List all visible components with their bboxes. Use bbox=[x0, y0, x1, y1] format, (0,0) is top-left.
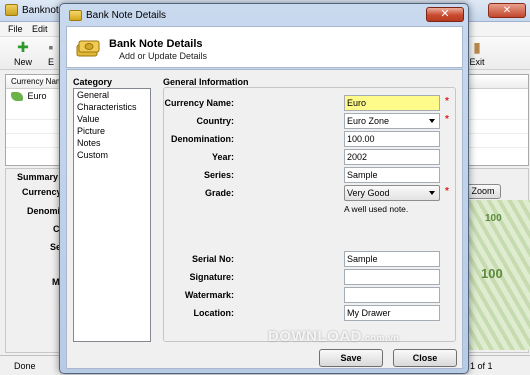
year-field[interactable]: 2002 bbox=[344, 149, 440, 165]
list-item-name: Euro bbox=[27, 91, 47, 101]
category-characteristics[interactable]: Characteristics bbox=[74, 101, 150, 113]
new-button-label: New bbox=[13, 57, 32, 67]
banknote-image: 100 100 bbox=[468, 200, 530, 350]
general-information-heading: General Information bbox=[163, 77, 249, 87]
denomination-field[interactable]: 100.00 bbox=[344, 131, 440, 147]
new-button[interactable]: ✚ New bbox=[9, 39, 37, 68]
summary-label-denomination: Denomi bbox=[27, 206, 61, 216]
banknote-number: 100 bbox=[481, 266, 503, 281]
denomination-label: Denomination: bbox=[171, 134, 234, 144]
country-dropdown[interactable]: Euro Zone bbox=[344, 113, 440, 129]
header-title: Bank Note Details bbox=[109, 38, 203, 50]
series-label: Series: bbox=[203, 170, 234, 180]
location-label: Location: bbox=[193, 308, 235, 318]
watermark-text: DOWNLOAD bbox=[268, 328, 362, 345]
serial-no-field[interactable]: Sample bbox=[344, 251, 440, 267]
summary-title: Summary bbox=[17, 172, 59, 182]
grade-description: A well used note. bbox=[344, 204, 409, 214]
category-value[interactable]: Value bbox=[74, 113, 150, 125]
dialog-close-button[interactable]: ✕ bbox=[426, 7, 464, 22]
watermark-field[interactable] bbox=[344, 287, 440, 303]
signature-label: Signature: bbox=[189, 272, 234, 282]
category-notes[interactable]: Notes bbox=[74, 137, 150, 149]
save-button[interactable]: Save bbox=[319, 349, 383, 367]
edit-icon: ▪ bbox=[48, 39, 54, 55]
bank-note-details-dialog: Bank Note Details ✕ Bank Note Details Ad… bbox=[59, 3, 469, 374]
required-mark: * bbox=[445, 186, 449, 197]
dialog-header: Bank Note Details Add or Update Details bbox=[66, 26, 463, 68]
currency-name-label: Currency Name: bbox=[164, 98, 234, 108]
location-field[interactable]: My Drawer bbox=[344, 305, 440, 321]
menu-edit[interactable]: Edit bbox=[32, 24, 48, 34]
edit-button-label: E bbox=[47, 57, 54, 67]
edit-button[interactable]: ▪ E bbox=[42, 39, 60, 68]
banknote-row-icon bbox=[11, 92, 23, 102]
main-close-button[interactable]: ✕ bbox=[488, 3, 526, 18]
summary-label-currency: Currency bbox=[22, 187, 62, 197]
banknote-icon bbox=[69, 10, 82, 21]
close-button[interactable]: Close bbox=[393, 349, 457, 367]
exit-button-label: Exit bbox=[469, 57, 485, 67]
watermark-suffix: .com.vn bbox=[362, 333, 400, 343]
grade-dropdown[interactable]: Very Good bbox=[344, 185, 440, 201]
category-custom[interactable]: Custom bbox=[74, 149, 150, 161]
required-mark: * bbox=[445, 96, 449, 107]
country-value: Euro Zone bbox=[347, 116, 390, 126]
general-information-group: Currency Name: Euro * Country: Euro Zone… bbox=[163, 87, 456, 342]
plus-icon: ✚ bbox=[17, 39, 29, 55]
dialog-body: Category General Characteristics Value P… bbox=[66, 69, 463, 369]
category-picture[interactable]: Picture bbox=[74, 125, 150, 137]
serial-no-label: Serial No: bbox=[191, 254, 234, 264]
grade-label: Grade: bbox=[204, 188, 234, 198]
country-label: Country: bbox=[196, 116, 235, 126]
money-stack-icon bbox=[76, 40, 100, 57]
download-watermark: DOWNLOAD.com.vn bbox=[268, 328, 400, 345]
banknote-app-icon bbox=[5, 4, 18, 16]
grade-value: Very Good bbox=[347, 188, 390, 198]
status-text: Done bbox=[14, 361, 36, 371]
dialog-title: Bank Note Details bbox=[86, 10, 167, 21]
required-mark: * bbox=[445, 114, 449, 125]
category-general[interactable]: General bbox=[74, 89, 150, 101]
currency-name-field[interactable]: Euro bbox=[344, 95, 440, 111]
category-list: General Characteristics Value Picture No… bbox=[73, 88, 151, 342]
category-heading: Category bbox=[73, 77, 113, 87]
signature-field[interactable] bbox=[344, 269, 440, 285]
banknote-number: 100 bbox=[485, 213, 502, 224]
record-count: 1 of 1 bbox=[470, 361, 493, 371]
chevron-down-icon bbox=[429, 119, 435, 123]
chevron-down-icon bbox=[429, 191, 435, 195]
main-window-title: Banknote bbox=[22, 5, 65, 16]
header-subtitle: Add or Update Details bbox=[119, 51, 208, 61]
year-label: Year: bbox=[211, 152, 234, 162]
menu-file[interactable]: File bbox=[8, 24, 23, 34]
watermark-label: Watermark: bbox=[184, 290, 234, 300]
series-field[interactable]: Sample bbox=[344, 167, 440, 183]
zoom-button[interactable]: Zoom bbox=[465, 184, 501, 199]
